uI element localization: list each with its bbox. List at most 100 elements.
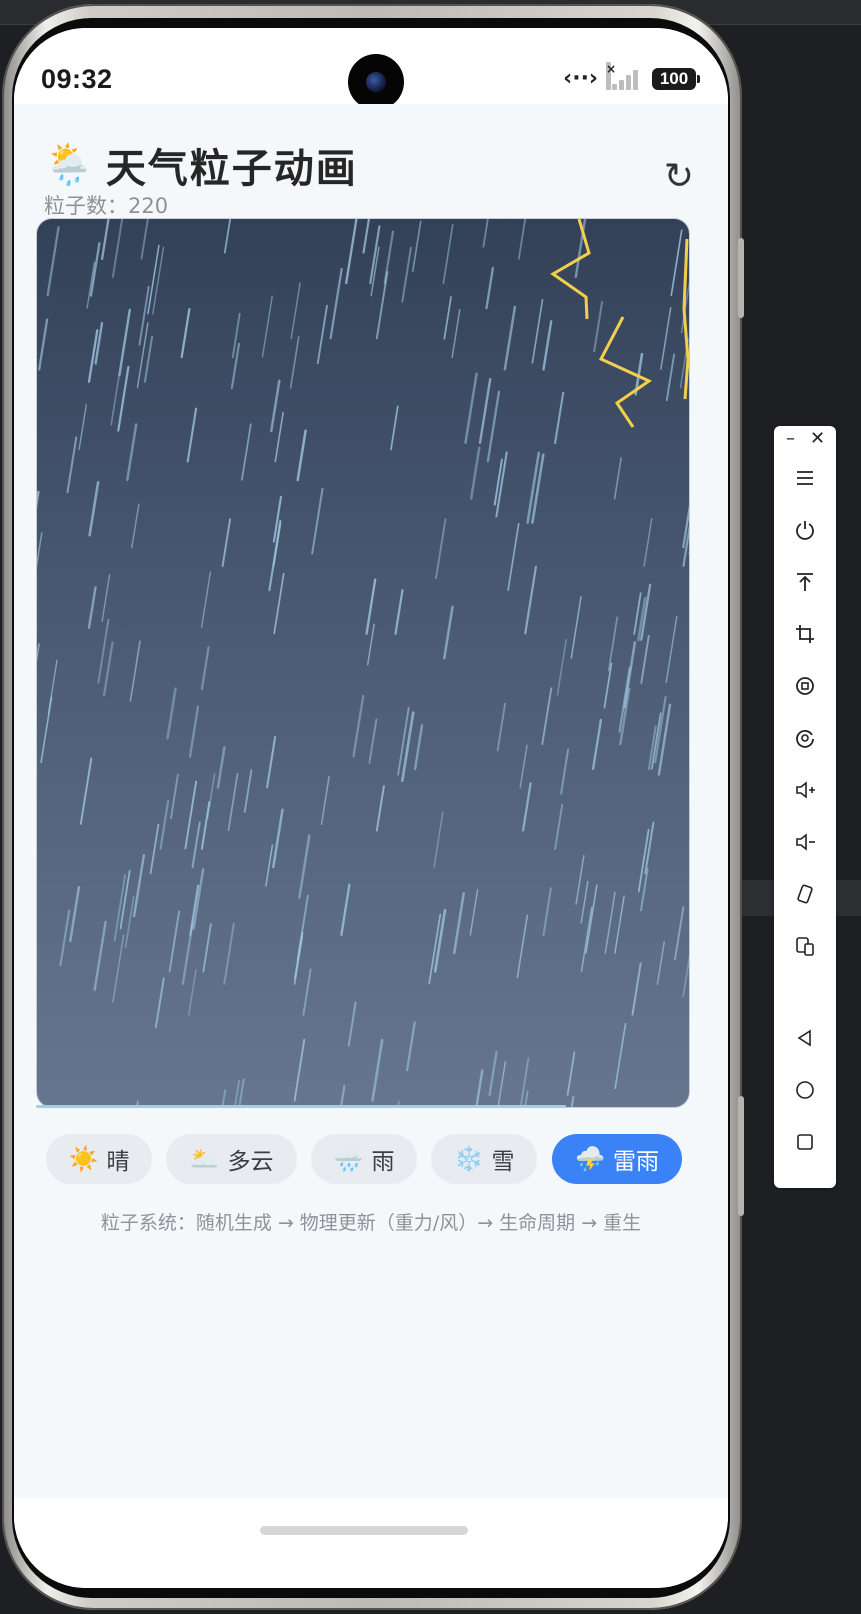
raindrop xyxy=(607,616,619,672)
raindrop xyxy=(682,954,689,998)
raindrop xyxy=(166,687,177,740)
weather-mode-selector: ☀️ 晴 🌥️ 多云 🌧️ 雨 ❄️ 雪 ⛈️ 雷雨 xyxy=(46,1134,698,1186)
raindrop xyxy=(497,1060,507,1107)
rotate-button[interactable] xyxy=(774,874,836,914)
raindrop xyxy=(347,1001,357,1047)
raindrop xyxy=(124,895,135,948)
raindrop xyxy=(89,242,101,297)
menu-icon xyxy=(797,471,813,485)
battery-icon: 100 xyxy=(652,67,700,90)
mode-chip-cloudy[interactable]: 🌥️ 多云 xyxy=(166,1134,297,1184)
crop-button[interactable] xyxy=(774,614,836,654)
raindrop xyxy=(665,615,678,684)
phone-volume-button xyxy=(738,238,744,318)
raindrop xyxy=(200,801,211,850)
raindrop xyxy=(186,407,198,463)
phone-side-button xyxy=(738,1096,744,1216)
raindrop xyxy=(274,411,284,463)
mode-chip-rain[interactable]: 🌧️ 雨 xyxy=(311,1134,417,1184)
raindrop xyxy=(270,379,281,433)
raindrop xyxy=(368,718,378,764)
refresh-button[interactable]: ↻ xyxy=(664,156,694,197)
mode-chip-thunderstorm[interactable]: ⛈️ 雷雨 xyxy=(552,1134,682,1184)
raindrop xyxy=(168,910,181,973)
raindrop xyxy=(542,887,552,936)
raindrop xyxy=(362,219,370,254)
close-icon[interactable]: ✕ xyxy=(810,428,825,449)
multi-device-icon xyxy=(796,937,814,956)
raindrop xyxy=(289,336,300,389)
raindrop xyxy=(138,285,150,346)
raindrop xyxy=(149,823,160,875)
raindrop xyxy=(221,518,232,568)
status-icons: ‹··› × 100 xyxy=(563,61,700,91)
raindrop xyxy=(293,1038,306,1102)
raindrop xyxy=(482,219,489,248)
raindrop xyxy=(435,518,447,580)
raindrop xyxy=(180,307,191,359)
mode-chip-sunny[interactable]: ☀️ 晴 xyxy=(46,1134,152,1184)
header: 🌦️ 天气粒子动画 xyxy=(44,136,358,194)
raindrop xyxy=(413,724,424,771)
raindrop xyxy=(390,405,399,451)
raindrop xyxy=(200,646,210,691)
power-icon xyxy=(796,521,814,540)
recents-icon xyxy=(797,1134,813,1150)
raindrop xyxy=(585,884,598,954)
footer-note: 粒子系统：随机生成 → 物理更新（重力/风）→ 生命周期 → 重生 xyxy=(100,1212,642,1234)
raindrop xyxy=(88,480,100,537)
raindrop xyxy=(69,885,81,943)
raindrop xyxy=(273,572,285,635)
recents-button[interactable] xyxy=(774,1122,836,1162)
volume-down-button[interactable] xyxy=(774,822,836,862)
raindrop xyxy=(614,895,625,954)
raindrop xyxy=(132,854,146,918)
raindrop xyxy=(554,391,565,445)
raindrop xyxy=(623,641,637,709)
sun-icon: ☀️ xyxy=(68,1145,99,1173)
mode-label: 晴 xyxy=(106,1149,130,1175)
pin-top-button[interactable] xyxy=(774,562,836,602)
screenshot-button[interactable] xyxy=(774,666,836,706)
raindrop xyxy=(101,574,111,623)
raindrop xyxy=(580,906,593,973)
raindrop xyxy=(147,244,160,315)
raindrop xyxy=(143,335,154,383)
crop-icon xyxy=(796,625,814,643)
mode-chip-snow[interactable]: ❄️ 雪 xyxy=(431,1134,537,1184)
raindrop xyxy=(102,641,114,697)
lightning-bolt xyxy=(598,316,653,428)
raindrop xyxy=(188,705,200,758)
raindrop xyxy=(469,889,479,936)
multi-device-button[interactable] xyxy=(774,926,836,966)
raindrop xyxy=(272,808,284,869)
record-button[interactable] xyxy=(774,718,836,758)
raindrop xyxy=(216,746,226,789)
back-button[interactable] xyxy=(774,1018,836,1058)
raindrop xyxy=(670,229,683,297)
raindrop xyxy=(542,320,553,371)
raindrop xyxy=(654,695,667,764)
raindrop xyxy=(302,968,312,1016)
raindrop xyxy=(261,295,273,358)
minimize-icon[interactable]: – xyxy=(786,428,795,449)
raindrop xyxy=(352,694,365,758)
mode-label: 雪 xyxy=(491,1149,515,1175)
lightning-bolt xyxy=(550,219,591,320)
menu-button[interactable] xyxy=(774,458,836,498)
raindrop xyxy=(433,811,444,868)
volume-up-button[interactable] xyxy=(774,770,836,810)
particle-canvas[interactable] xyxy=(36,218,690,1108)
raindrop xyxy=(517,219,527,260)
raindrop xyxy=(464,372,478,444)
raindrop xyxy=(200,571,212,629)
mode-label: 多云 xyxy=(227,1149,274,1175)
status-time: 09:32 xyxy=(41,64,113,94)
home-indicator[interactable] xyxy=(260,1526,468,1535)
raindrop xyxy=(400,711,415,783)
raindrop xyxy=(129,640,141,702)
raindrop xyxy=(503,305,517,371)
home-button[interactable] xyxy=(774,1070,836,1110)
raindrop xyxy=(311,487,324,555)
power-button[interactable] xyxy=(774,510,836,550)
